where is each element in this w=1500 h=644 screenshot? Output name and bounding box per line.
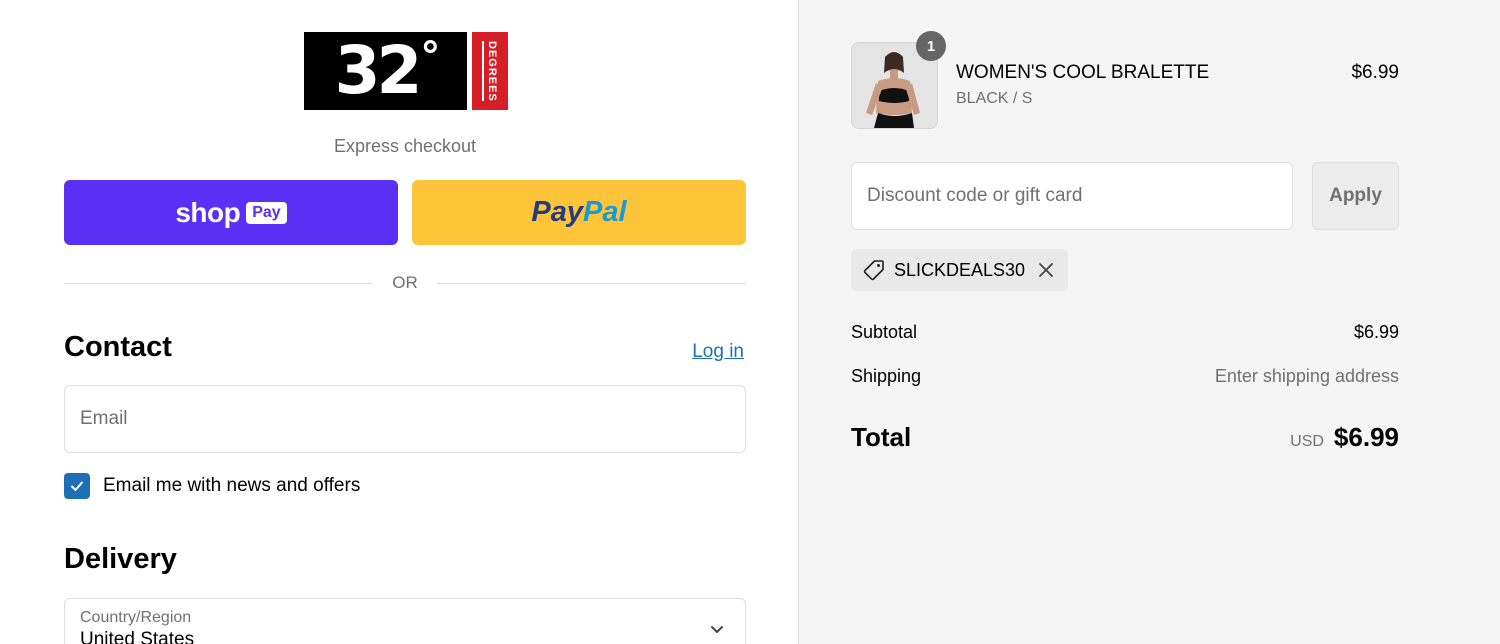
newsletter-label: Email me with news and offers xyxy=(103,475,361,496)
tag-icon xyxy=(863,260,884,281)
paypal-wordmark-pal: Pal xyxy=(583,196,627,228)
or-divider: OR xyxy=(64,272,746,294)
chevron-down-icon xyxy=(711,626,723,633)
shipping-label: Shipping xyxy=(851,366,922,386)
logo-mark: 32 ° xyxy=(304,32,467,110)
shipping-value: Enter shipping address xyxy=(1214,366,1399,386)
newsletter-checkbox-row[interactable]: Email me with news and offers xyxy=(64,473,360,499)
subtotal-label: Subtotal xyxy=(851,322,918,342)
total-label: Total xyxy=(851,422,912,452)
paypal-wordmark-pay: Pay xyxy=(531,196,584,228)
discount-code-text: SLICKDEALS30 xyxy=(894,259,1026,280)
login-link[interactable]: Log in xyxy=(692,341,744,363)
logo-side-text: DEGREES xyxy=(482,40,498,102)
total-row: Total USD $6.99 xyxy=(851,422,1399,453)
logo-side-band: DEGREES xyxy=(472,32,508,110)
shop-pay-button[interactable]: shop Pay xyxy=(64,180,398,245)
email-field[interactable] xyxy=(64,385,746,453)
shop-pay-badge: Pay xyxy=(246,201,287,224)
express-checkout-title: Express checkout xyxy=(333,136,477,156)
product-name: WOMEN'S COOL BRALETTE xyxy=(956,62,1210,83)
discount-code-input[interactable] xyxy=(851,162,1293,230)
or-text: OR xyxy=(392,273,418,292)
total-value: $6.99 xyxy=(1333,422,1399,452)
product-variant: BLACK / S xyxy=(956,90,1033,107)
checkout-page: 32 ° DEGREES Express checkout shop Pay Pa… xyxy=(0,0,1500,644)
applied-discount-tag: SLICKDEALS30 xyxy=(851,249,1069,291)
quantity-badge: 1 xyxy=(916,31,946,61)
subtotal-row: Subtotal $6.99 xyxy=(851,322,1399,343)
checkout-main-panel: 32 ° DEGREES Express checkout shop Pay Pa… xyxy=(0,0,799,644)
paypal-button[interactable]: Pay Pal xyxy=(412,180,746,245)
close-icon xyxy=(1039,263,1053,277)
shipping-row: Shipping Enter shipping address xyxy=(851,366,1399,387)
brand-logo[interactable]: 32 ° DEGREES xyxy=(304,32,508,110)
newsletter-checkbox[interactable] xyxy=(64,473,90,499)
checkmark-icon xyxy=(71,481,83,491)
total-amount-group: USD $6.99 xyxy=(1290,422,1399,453)
total-currency: USD xyxy=(1290,433,1324,450)
country-label: Country/Region xyxy=(80,609,192,626)
divider-line xyxy=(64,282,374,284)
contact-heading: Contact xyxy=(64,331,172,363)
logo-number: 32 xyxy=(334,32,423,109)
logo-degree: ° xyxy=(420,34,440,80)
remove-discount-button[interactable] xyxy=(1037,261,1055,279)
delivery-heading: Delivery xyxy=(64,543,177,575)
divider-line xyxy=(436,282,746,284)
shop-pay-wordmark: shop xyxy=(175,196,241,228)
subtotal-value: $6.99 xyxy=(1353,322,1399,342)
country-value: United States xyxy=(80,629,195,644)
country-select[interactable]: Country/Region United States xyxy=(64,598,746,644)
order-summary-panel: 1 WOMEN'S COOL BRALETTE BLACK / S $6.99 … xyxy=(799,0,1500,644)
product-price: $6.99 xyxy=(1351,62,1399,83)
apply-discount-button[interactable]: Apply xyxy=(1312,162,1399,230)
